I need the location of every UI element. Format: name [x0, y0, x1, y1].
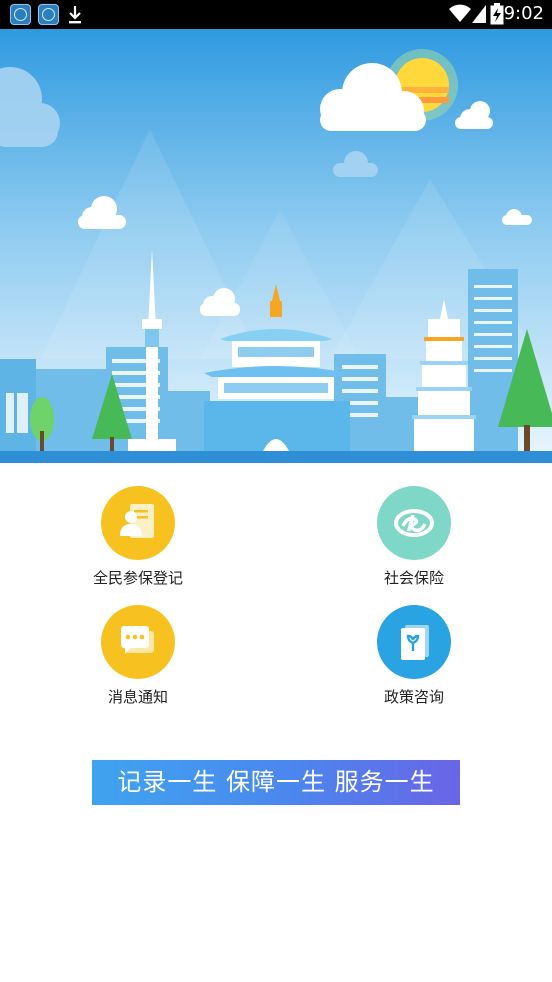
registration-card-icon	[101, 486, 175, 560]
city-skyline-banner	[0, 29, 552, 463]
signal-icon	[472, 5, 486, 23]
menu-item-label: 全民参保登记	[92, 569, 183, 587]
city-skyline-illustration	[0, 29, 552, 463]
menu-item-policy[interactable]: 政策咨询	[344, 605, 484, 707]
menu-item-label: 政策咨询	[383, 688, 444, 706]
policy-book-icon	[377, 605, 451, 679]
menu-item-label: 社会保险	[383, 569, 444, 587]
app-notification-icon	[38, 4, 59, 25]
slogan-banner: 记录一生 保障一生 服务一生	[92, 760, 460, 805]
chat-bubble-icon	[101, 605, 175, 679]
social-insurance-si-icon	[377, 486, 451, 560]
battery-charging-icon	[490, 3, 504, 25]
status-bar: 9:02	[0, 0, 552, 29]
app-notification-icon	[10, 4, 31, 25]
menu-item-notifications[interactable]: 消息通知	[68, 605, 208, 707]
menu-item-registration[interactable]: 全民参保登记	[68, 486, 208, 588]
download-icon	[69, 6, 81, 24]
menu-item-social-insurance[interactable]: 社会保险	[344, 486, 484, 588]
menu-item-label: 消息通知	[107, 688, 168, 706]
clock-time: 9:02	[503, 3, 544, 24]
wifi-icon	[449, 4, 471, 22]
